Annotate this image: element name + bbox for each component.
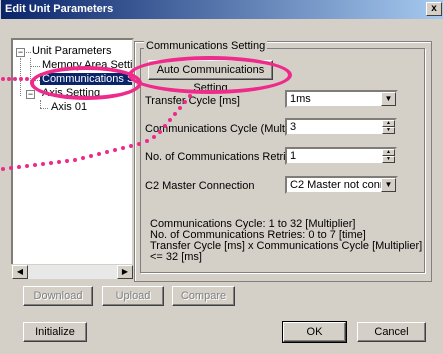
tree-line <box>26 52 31 53</box>
communications-cycle-value: 3 <box>290 121 297 133</box>
communications-retries-spinner[interactable]: 1 ▲ ▼ <box>285 147 397 165</box>
transfer-cycle-label: Transfer Cycle [ms] <box>145 95 240 107</box>
tree-horizontal-scrollbar[interactable]: ◀ ▶ <box>11 264 134 280</box>
c2-master-connection-label: C2 Master Connection <box>145 180 255 192</box>
ok-button[interactable]: OK <box>282 321 347 343</box>
communications-info-text: Communications Cycle: 1 to 32 [Multiplie… <box>150 218 423 263</box>
tree-line <box>40 100 41 108</box>
transfer-cycle-value: 1ms <box>290 93 311 105</box>
cancel-button[interactable]: Cancel <box>357 322 426 342</box>
auto-communications-setting-button[interactable]: Auto Communications Setting <box>148 60 273 94</box>
chevron-down-icon[interactable]: ▼ <box>381 178 396 192</box>
scroll-right-icon[interactable]: ▶ <box>117 265 133 279</box>
tree-line <box>30 66 40 67</box>
collapse-unit-parameters-icon[interactable]: − <box>16 48 25 57</box>
close-icon[interactable]: x <box>426 2 442 16</box>
tree-item-unit-parameters[interactable]: Unit Parameters <box>32 45 111 57</box>
chevron-down-icon[interactable]: ▼ <box>381 92 396 106</box>
tree-line <box>20 58 21 96</box>
group-title: Communications Setting <box>144 40 268 52</box>
c2-master-connection-select[interactable]: C2 Master not connec ▼ <box>285 176 398 194</box>
scroll-left-icon[interactable]: ◀ <box>12 265 28 279</box>
spin-arrows-icon[interactable]: ▲ ▼ <box>382 149 395 163</box>
spin-arrows-icon[interactable]: ▲ ▼ <box>382 120 395 134</box>
tree-line <box>30 80 40 81</box>
initialize-button[interactable]: Initialize <box>23 322 87 342</box>
collapse-axis-setting-icon[interactable]: − <box>26 90 35 99</box>
tree-line <box>40 108 48 109</box>
parameter-tree[interactable]: − Unit Parameters Memory Area Setting Co… <box>11 38 134 278</box>
window-title: Edit Unit Parameters <box>5 3 114 15</box>
tree-item-communications-setting[interactable]: Communications S <box>40 73 132 85</box>
transfer-cycle-select[interactable]: 1ms ▼ <box>285 90 398 108</box>
communications-cycle-spinner[interactable]: 3 ▲ ▼ <box>285 118 397 136</box>
tree-item-memory-area-setting[interactable]: Memory Area Setting <box>42 59 132 71</box>
compare-button[interactable]: Compare <box>172 286 235 306</box>
communications-retries-label: No. of Communications Retries <box>145 151 298 163</box>
communications-retries-value: 1 <box>290 150 297 162</box>
tree-item-axis-setting[interactable]: Axis Setting <box>42 87 100 99</box>
download-button[interactable]: Download <box>23 286 93 306</box>
tree-item-axis-01[interactable]: Axis 01 <box>51 101 87 113</box>
upload-button[interactable]: Upload <box>102 286 164 306</box>
title-bar: Edit Unit Parameters x <box>1 0 443 19</box>
edit-unit-parameters-dialog: Edit Unit Parameters x − Unit Parameters… <box>0 0 443 354</box>
